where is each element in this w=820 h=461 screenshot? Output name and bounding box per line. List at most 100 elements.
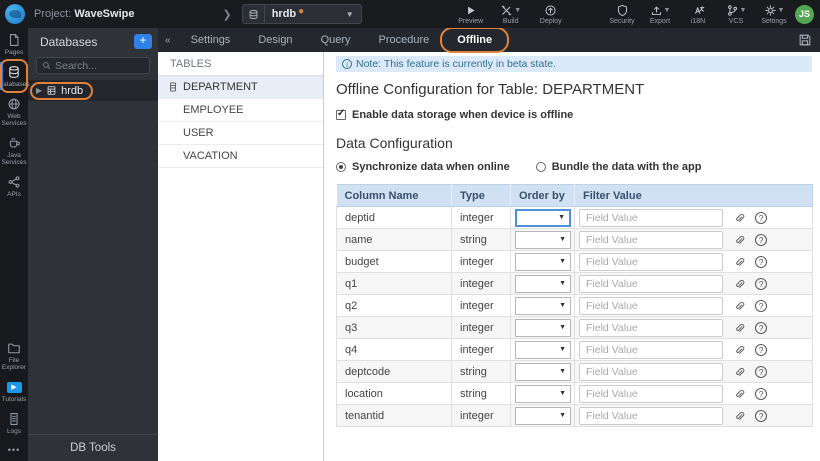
tab-procedure[interactable]: Procedure [369,30,440,50]
tab-design[interactable]: Design [248,30,302,50]
chevron-down-icon: ▼ [559,280,566,287]
help-icon[interactable]: ? [755,365,768,378]
filter-value-input[interactable] [579,406,723,425]
database-name: hrdb [61,84,84,97]
help-icon[interactable]: ? [755,387,768,400]
filter-value-input[interactable] [579,296,723,315]
add-database-button[interactable]: + [134,34,152,49]
radio-bundle-with-app[interactable]: Bundle the data with the app [535,161,701,173]
help-icon[interactable]: ? [755,321,768,334]
sidebar-item-apis[interactable]: APIs [0,170,28,202]
order-by-select[interactable]: ▼ [515,384,571,403]
bind-link-icon[interactable] [733,344,745,356]
column-name-cell: deptcode [336,360,452,383]
tab-settings[interactable]: Settings [181,30,241,50]
database-selector-dropdown[interactable]: hrdb ● ▼ [241,4,362,24]
table-item-user[interactable]: USER [158,122,323,145]
build-button[interactable]: ▼ Build [498,4,524,25]
order-by-select[interactable]: ▼ [515,296,571,315]
deploy-button[interactable]: Deploy [538,4,564,25]
order-by-select[interactable]: ▼ [515,362,571,381]
tab-query[interactable]: Query [311,30,361,50]
globe-icon [7,97,21,111]
top-bar: Project: WaveSwipe ❯ hrdb ● ▼ Preview ▼ B… [0,0,820,28]
sidebar-item-web-services[interactable]: Web Services [0,92,28,131]
wavemaker-logo-icon[interactable] [5,4,25,24]
help-icon[interactable]: ? [755,255,768,268]
filter-value-input[interactable] [579,208,723,227]
filter-value-input[interactable] [579,384,723,403]
order-by-select[interactable]: ▼ [515,406,571,425]
settings-button[interactable]: ▼ Settings [761,4,787,25]
order-by-select[interactable]: ▼ [515,340,571,359]
bind-link-icon[interactable] [733,410,745,422]
table-item-department[interactable]: DEPARTMENT [158,76,323,99]
filter-value-input[interactable] [579,252,723,271]
tables-panel: TABLES DEPARTMENT EMPLOYEE USER VACATION [158,52,324,461]
collapse-panel-icon[interactable]: « [165,35,171,46]
vcs-button[interactable]: ▼ VCS [723,4,749,25]
filter-value-input[interactable] [579,318,723,337]
radio-button-icon[interactable] [336,162,346,172]
sidebar-item-databases[interactable]: Databases [0,59,30,93]
db-tools-button[interactable]: DB Tools [28,434,158,461]
bind-link-icon[interactable] [733,212,745,224]
order-by-select[interactable]: ▼ [515,274,571,293]
enable-offline-label: Enable data storage when device is offli… [352,109,574,121]
security-button[interactable]: Security [609,4,635,25]
column-name-cell: location [336,382,452,405]
bind-link-icon[interactable] [733,388,745,400]
expand-caret-icon[interactable]: ▶ [36,86,42,95]
bind-link-icon[interactable] [733,366,745,378]
sidebar-item-java-services[interactable]: Java Services [0,131,28,170]
order-by-select[interactable]: ▼ [515,318,571,337]
column-row-deptid: deptid integer ▼ ? [336,206,813,229]
preview-button[interactable]: Preview [458,4,484,25]
help-icon[interactable]: ? [755,277,768,290]
tables-list: DEPARTMENT EMPLOYEE USER VACATION [158,76,323,168]
radio-synchronize-online[interactable]: Synchronize data when online [336,161,510,173]
column-name-cell: tenantid [336,404,452,427]
enable-offline-checkbox[interactable] [336,108,346,120]
sidebar-item-pages[interactable]: Pages [0,28,28,60]
table-item-employee[interactable]: EMPLOYEE [158,99,323,122]
bind-link-icon[interactable] [733,300,745,312]
help-icon[interactable]: ? [755,211,768,224]
user-avatar[interactable]: JS [795,4,814,24]
filter-value-input[interactable] [579,274,723,293]
help-icon[interactable]: ? [755,299,768,312]
export-button[interactable]: ▼ Export [647,4,673,25]
help-icon[interactable]: ? [755,343,768,356]
database-icon [243,5,265,23]
more-options-button[interactable]: ••• [0,439,28,461]
chevron-down-icon: ▼ [559,302,566,309]
help-icon[interactable]: ? [755,409,768,422]
table-item-vacation[interactable]: VACATION [158,145,323,168]
bind-link-icon[interactable] [733,278,745,290]
filter-value-input[interactable] [579,340,723,359]
radio-button-icon[interactable] [535,162,546,172]
filter-value-input[interactable] [579,362,723,381]
bind-link-icon[interactable] [733,256,745,268]
topbar-right-actions: Security ▼ Export i18N ▼ VCS ▼ Settings [609,4,787,25]
bind-link-icon[interactable] [733,234,745,246]
bind-link-icon[interactable] [733,322,745,334]
order-by-select[interactable]: ▼ [515,252,571,271]
database-item-hrdb[interactable]: ▶ hrdb [28,80,158,101]
column-name-cell: q2 [336,294,452,317]
sidebar-item-logs[interactable]: Logs [0,407,28,439]
column-type-cell: integer [451,294,511,317]
tabs: Settings Design Query Procedure Offline [181,27,511,53]
search-input[interactable] [55,59,144,72]
filter-value-input[interactable] [579,230,723,249]
order-by-select[interactable]: ▼ [515,230,571,249]
column-row-q4: q4 integer ▼ ? [336,338,813,361]
tab-offline[interactable]: Offline [440,27,510,53]
order-by-select[interactable]: ▼ [515,208,571,227]
help-icon[interactable]: ? [755,233,768,246]
i18n-button[interactable]: i18N [685,4,711,25]
sidebar-item-tutorials[interactable]: ▶ Tutorials [0,375,28,407]
column-name-cell: q4 [336,338,452,361]
save-icon[interactable] [798,33,812,47]
sidebar-item-file-explorer[interactable]: File Explorer [0,336,28,375]
